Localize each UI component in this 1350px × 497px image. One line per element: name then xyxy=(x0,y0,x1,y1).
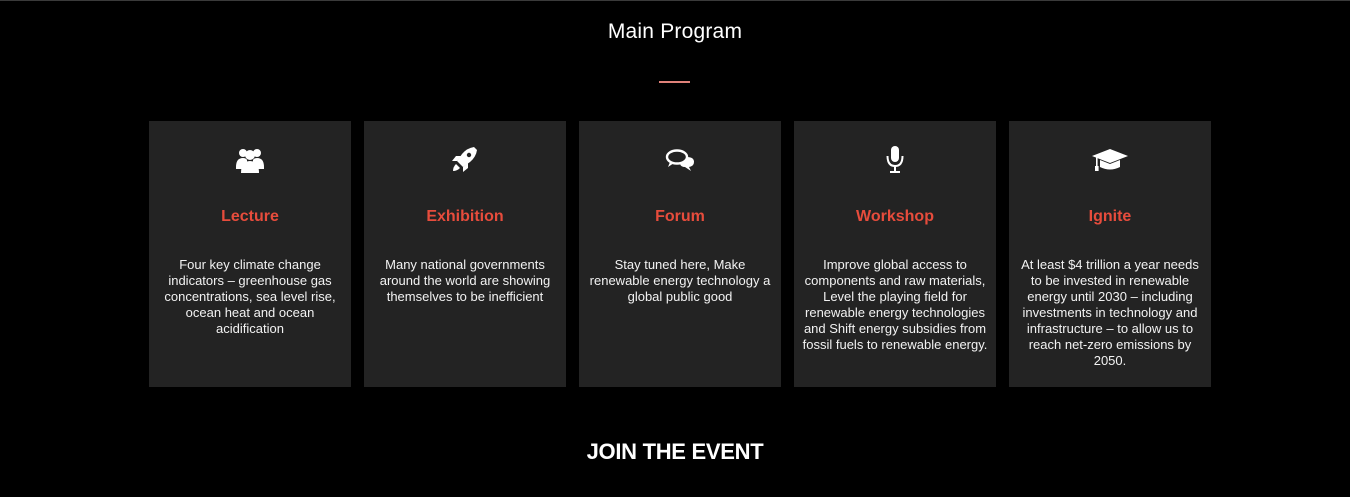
main-program-section: Main Program Lecture Four key climate ch… xyxy=(0,0,1350,497)
card-title: Workshop xyxy=(856,208,934,225)
card-description: At least $4 trillion a year needs to be … xyxy=(1021,257,1199,368)
title-divider xyxy=(659,81,690,83)
comments-icon xyxy=(660,145,700,175)
card-title: Ignite xyxy=(1088,208,1132,225)
card-title: Lecture xyxy=(221,208,279,225)
program-card-lecture: Lecture Four key climate change indicato… xyxy=(149,121,351,387)
section-title: Main Program xyxy=(607,20,743,43)
users-icon xyxy=(230,145,270,175)
microphone-icon xyxy=(875,145,915,175)
program-cards: Lecture Four key climate change indicato… xyxy=(149,121,1211,387)
rocket-icon xyxy=(445,145,485,175)
card-title: Forum xyxy=(655,208,705,225)
graduation-cap-icon xyxy=(1090,145,1130,175)
program-card-workshop: Workshop Improve global access to compon… xyxy=(794,121,996,387)
card-description: Improve global access to components and … xyxy=(802,257,988,352)
program-card-ignite: Ignite At least $4 trillion a year needs… xyxy=(1009,121,1211,387)
card-description: Stay tuned here, Make renewable energy t… xyxy=(589,257,771,304)
card-description: Many national governments around the wor… xyxy=(379,257,551,304)
program-card-forum: Forum Stay tuned here, Make renewable en… xyxy=(579,121,781,387)
card-description: Four key climate change indicators – gre… xyxy=(164,257,336,336)
join-event-heading: JOIN THE EVENT xyxy=(586,439,764,464)
card-title: Exhibition xyxy=(426,208,504,225)
program-card-exhibition: Exhibition Many national governments aro… xyxy=(364,121,566,387)
